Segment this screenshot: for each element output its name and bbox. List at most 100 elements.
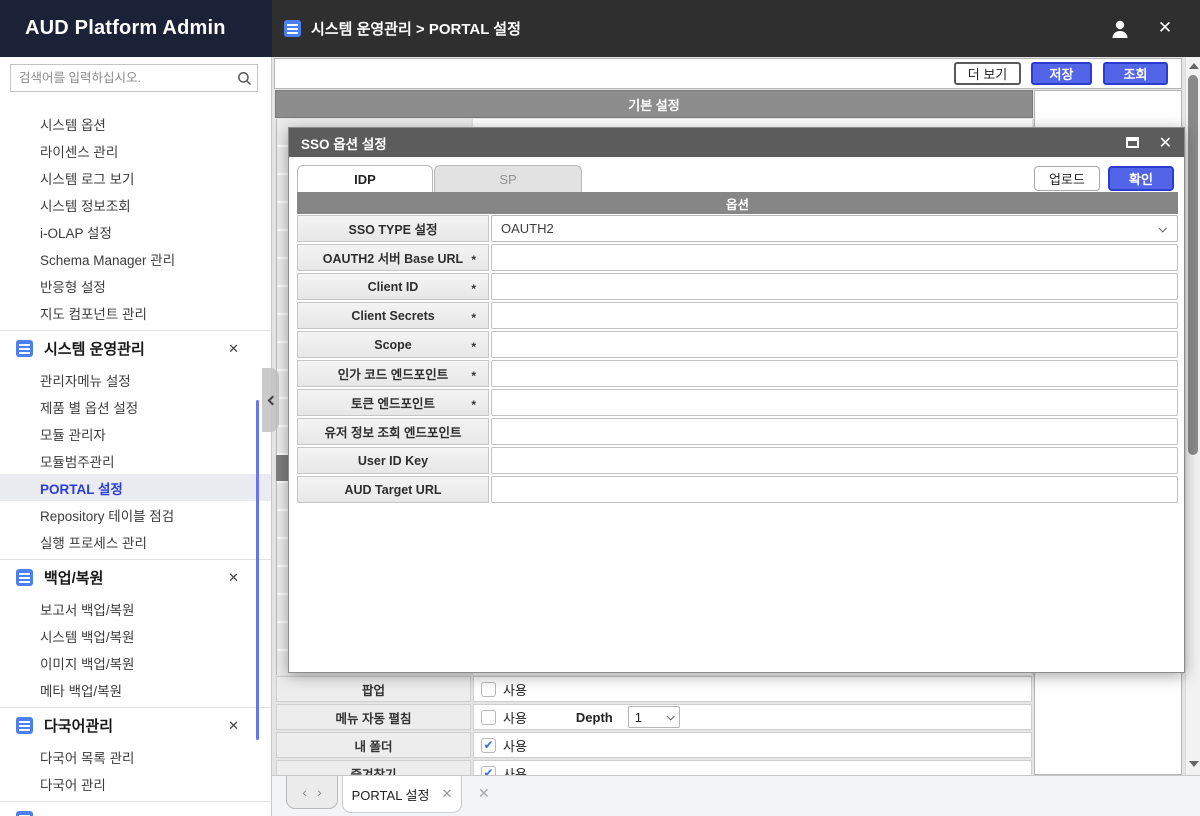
sidebar-item-product-option[interactable]: 제품 별 옵션 설정 — [0, 393, 271, 420]
client-secrets-input[interactable] — [491, 302, 1178, 329]
tab-idp[interactable]: IDP — [297, 165, 433, 192]
setting-label: 메뉴 자동 펼침 — [276, 704, 471, 730]
sidebar-section-backup[interactable]: 백업/복원 ✕ — [0, 559, 271, 595]
use-label: 사용 — [503, 736, 527, 755]
field-label-cell: AUD Target URL — [297, 476, 489, 503]
document-icon — [16, 569, 33, 586]
tab-scroll-right-icon[interactable]: › — [317, 785, 322, 799]
scroll-down-icon[interactable] — [1189, 761, 1199, 767]
sidebar-section-partial[interactable] — [0, 801, 271, 816]
section-close-icon[interactable]: ✕ — [228, 570, 239, 586]
field-label-cell: 인가 코드 엔드포인트 * — [297, 360, 489, 387]
sidebar-item-process-admin[interactable]: 실행 프로세스 관리 — [0, 528, 271, 555]
bottom-tabbar: ‹ › PORTAL 설정 ✕ ✕ — [272, 775, 1200, 816]
checkbox[interactable]: ✔ — [481, 738, 496, 753]
scope-input[interactable] — [491, 331, 1178, 358]
userinfo-endpoint-input[interactable] — [491, 418, 1178, 445]
sidebar-item-system-backup[interactable]: 시스템 백업/복원 — [0, 622, 271, 649]
dialog-titlebar[interactable]: SSO 옵션 설정 ✕ — [289, 128, 1184, 157]
confirm-button[interactable]: 확인 — [1108, 166, 1174, 191]
form-row-auth-code-endpoint: 인가 코드 엔드포인트 * — [297, 360, 1178, 387]
sidebar-item-responsive[interactable]: 반응형 설정 — [0, 272, 271, 299]
sidebar-scrollbar-thumb[interactable] — [256, 400, 259, 740]
scrollbar-thumb[interactable] — [1188, 75, 1198, 455]
sidebar-item-license[interactable]: 라이센스 관리 — [0, 137, 271, 164]
maximize-icon[interactable] — [1126, 137, 1139, 148]
search-icon[interactable] — [231, 65, 257, 91]
tab-sp[interactable]: SP — [434, 165, 582, 192]
sidebar-item-module-category[interactable]: 모듈범주관리 — [0, 447, 271, 474]
form-row-client-secrets: Client Secrets * — [297, 302, 1178, 329]
document-icon — [16, 717, 33, 734]
form-row-client-id: Client ID * — [297, 273, 1178, 300]
sidebar-item-report-backup[interactable]: 보고서 백업/복원 — [0, 595, 271, 622]
save-button[interactable]: 저장 — [1031, 62, 1092, 85]
aud-target-url-input[interactable] — [491, 476, 1178, 503]
extra-close-icon[interactable]: ✕ — [478, 785, 490, 802]
sidebar-item-system-option[interactable]: 시스템 옵션 — [0, 110, 271, 137]
sidebar-item-system-info[interactable]: 시스템 정보조회 — [0, 191, 271, 218]
sso-type-select[interactable]: OAUTH2 — [491, 215, 1178, 242]
use-label: 사용 — [503, 680, 527, 699]
sidebar: 시스템 옵션 라이센스 관리 시스템 로그 보기 시스템 정보조회 i-OLAP… — [0, 57, 272, 816]
window-close-icon[interactable]: ✕ — [1152, 15, 1178, 41]
user-id-key-input[interactable] — [491, 447, 1178, 474]
sidebar-item-meta-backup[interactable]: 메타 백업/복원 — [0, 676, 271, 703]
setting-label: 팝업 — [276, 676, 471, 702]
setting-row-menu-auto-expand: 메뉴 자동 펼침 ✔ 사용 Depth 1 — [276, 704, 1032, 730]
chevron-down-icon — [1158, 224, 1166, 232]
sidebar-item-multilang-list[interactable]: 다국어 목록 관리 — [0, 743, 271, 770]
form-row-token-endpoint: 토큰 엔드포인트 * — [297, 389, 1178, 416]
sidebar-item-module-admin[interactable]: 모듈 관리자 — [0, 420, 271, 447]
depth-select[interactable]: 1 — [628, 706, 680, 728]
tab-scroll-left-icon[interactable]: ‹ — [302, 785, 307, 799]
more-button[interactable]: 더 보기 — [954, 62, 1021, 85]
app-title: AUD Platform Admin — [0, 0, 272, 57]
main-scrollbar[interactable] — [1185, 57, 1200, 775]
field-label-cell: 유저 정보 조회 엔드포인트 — [297, 418, 489, 445]
token-endpoint-input[interactable] — [491, 389, 1178, 416]
basic-settings-header: 기본 설정 — [275, 90, 1033, 118]
setting-row-my-folder: 내 폴더 ✔ 사용 — [276, 732, 1032, 758]
dialog-title: SSO 옵션 설정 — [301, 133, 387, 153]
setting-label: 내 폴더 — [276, 732, 471, 758]
depth-label: Depth — [576, 710, 613, 725]
section-close-icon[interactable]: ✕ — [228, 341, 239, 357]
dialog-close-icon[interactable]: ✕ — [1159, 133, 1172, 153]
checkbox[interactable]: ✔ — [481, 710, 496, 725]
sidebar-item-admin-menu[interactable]: 관리자메뉴 설정 — [0, 366, 271, 393]
sidebar-section-system-ops[interactable]: 시스템 운영관리 ✕ — [0, 330, 271, 366]
upload-button[interactable]: 업로드 — [1034, 166, 1100, 191]
setting-row-popup: 팝업 ✔ 사용 — [276, 676, 1032, 702]
tab-close-icon[interactable]: ✕ — [441, 786, 452, 802]
dialog-tabs: IDP SP 업로드 확인 — [297, 165, 1176, 192]
section-label: 백업/복원 — [44, 567, 217, 588]
field-label-cell: User ID Key — [297, 447, 489, 474]
sidebar-section-multilang[interactable]: 다국어관리 ✕ — [0, 707, 271, 743]
sidebar-item-schema-manager[interactable]: Schema Manager 관리 — [0, 245, 271, 272]
open-tab-portal-settings[interactable]: PORTAL 설정 ✕ — [342, 776, 462, 813]
field-label-cell: 토큰 엔드포인트 * — [297, 389, 489, 416]
sidebar-item-iolap[interactable]: i-OLAP 설정 — [0, 218, 271, 245]
sidebar-item-portal-settings[interactable]: PORTAL 설정 — [0, 474, 271, 501]
auth-code-endpoint-input[interactable] — [491, 360, 1178, 387]
sidebar-item-system-log[interactable]: 시스템 로그 보기 — [0, 164, 271, 191]
checkbox[interactable]: ✔ — [481, 682, 496, 697]
client-id-input[interactable] — [491, 273, 1178, 300]
user-icon[interactable] — [1108, 17, 1132, 41]
sidebar-collapse-handle[interactable] — [262, 368, 279, 432]
app-root: AUD Platform Admin 시스템 운영관리 > PORTAL 설정 … — [0, 0, 1200, 816]
base-url-input[interactable] — [491, 244, 1178, 271]
scroll-up-icon[interactable] — [1189, 63, 1199, 69]
sidebar-item-image-backup[interactable]: 이미지 백업/복원 — [0, 649, 271, 676]
sidebar-item-multilang-admin[interactable]: 다국어 관리 — [0, 770, 271, 797]
section-label: 시스템 운영관리 — [44, 338, 217, 359]
tab-nav-pill: ‹ › — [286, 776, 338, 809]
section-label: 다국어관리 — [44, 715, 217, 736]
search-input[interactable] — [11, 71, 231, 85]
sidebar-item-map-component[interactable]: 지도 컴포넌트 관리 — [0, 299, 271, 326]
form-row-base-url: OAUTH2 서버 Base URL * — [297, 244, 1178, 271]
search-button[interactable]: 조회 — [1103, 62, 1168, 85]
sidebar-item-repository-check[interactable]: Repository 테이블 점검 — [0, 501, 271, 528]
section-close-icon[interactable]: ✕ — [228, 718, 239, 734]
